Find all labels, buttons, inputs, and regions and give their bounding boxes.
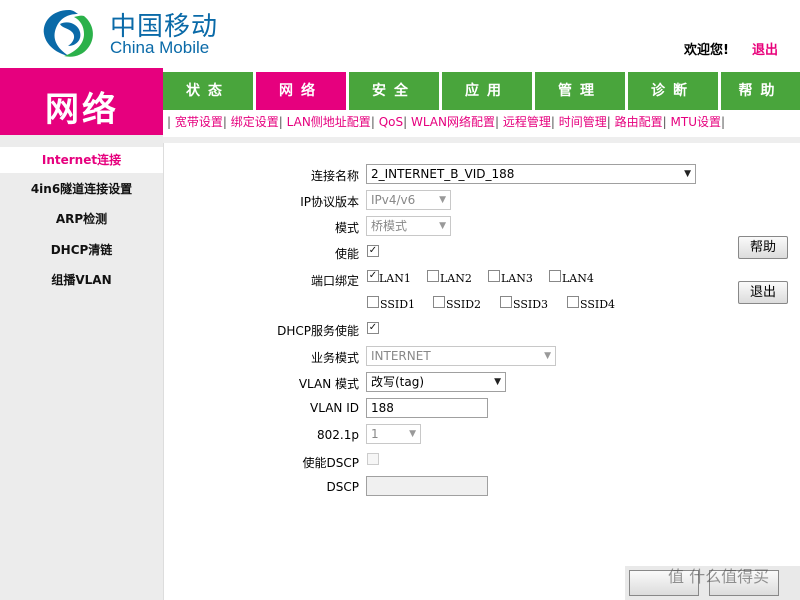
- tab-diagnosis[interactable]: 诊断: [628, 72, 718, 110]
- exit-button[interactable]: 退出: [738, 281, 788, 304]
- lan3-label: LAN3: [501, 272, 533, 285]
- sidebar-item-4in6[interactable]: 4in6隧道连接设置: [0, 176, 163, 202]
- lan4-label: LAN4: [562, 272, 594, 285]
- mode-value: 桥模式: [371, 219, 408, 233]
- enable-label: 使能: [334, 247, 359, 261]
- mode-label: 模式: [334, 221, 359, 235]
- chevron-down-icon: ▼: [439, 221, 446, 231]
- p8021-label: 802.1p: [317, 428, 359, 442]
- subnav-binding[interactable]: 绑定设置: [231, 115, 279, 129]
- lan2-label: LAN2: [440, 272, 472, 285]
- chevron-down-icon: ▼: [439, 195, 446, 205]
- lan1-label: LAN1: [379, 272, 411, 285]
- ssid4-checkbox[interactable]: [567, 296, 579, 308]
- conn-name-value: 2_INTERNET_B_VID_188: [371, 167, 515, 181]
- china-mobile-logo: 中国移动 China Mobile: [38, 4, 238, 64]
- ssid3-label: SSID3: [513, 298, 549, 311]
- ssid2-checkbox[interactable]: [433, 296, 445, 308]
- lan1-checkbox[interactable]: [367, 270, 379, 282]
- subnav-remote[interactable]: 远程管理: [503, 115, 551, 129]
- sub-nav: | 宽带设置| 绑定设置| LAN侧地址配置| QoS| WLAN网络配置| 远…: [163, 110, 800, 145]
- chevron-down-icon: ▼: [494, 377, 501, 387]
- ssid3-checkbox[interactable]: [500, 296, 512, 308]
- watermark-text: 值 什么值得买: [668, 567, 770, 586]
- ssid4-label: SSID4: [580, 298, 616, 311]
- sidebar-item-multicast-vlan[interactable]: 组播VLAN: [0, 267, 163, 293]
- sidebar: Internet连接 4in6隧道连接设置 ARP检测 DHCP清链 组播VLA…: [0, 135, 163, 600]
- top-nav: 状态 网络 安全 应用 管理 诊断 帮助: [163, 68, 800, 110]
- vlan-mode-select[interactable]: 改写(tag) ▼: [366, 372, 506, 392]
- dhcp-checkbox[interactable]: [367, 322, 379, 334]
- subnav-wlan[interactable]: WLAN网络配置: [411, 115, 495, 129]
- p8021-select[interactable]: 1 ▼: [366, 424, 421, 444]
- ssid2-label: SSID2: [446, 298, 482, 311]
- ip-version-label: IP协议版本: [300, 195, 359, 209]
- ip-version-value: IPv4/v6: [371, 193, 416, 207]
- service-mode-label: 业务模式: [310, 351, 359, 365]
- chevron-down-icon: ▼: [544, 351, 551, 361]
- ssid1-label: SSID1: [380, 298, 416, 311]
- vlan-id-value: 188: [371, 401, 394, 415]
- tab-management[interactable]: 管理: [535, 72, 625, 110]
- section-block: 网络: [0, 68, 163, 135]
- vlan-mode-value: 改写(tag): [371, 375, 425, 389]
- service-mode-select[interactable]: INTERNET ▼: [366, 346, 556, 366]
- sidebar-item-internet[interactable]: Internet连接: [0, 147, 163, 173]
- header: 中国移动 China Mobile 欢迎您! 退出: [0, 0, 800, 68]
- dhcp-label: DHCP服务使能: [277, 324, 359, 338]
- subnav-route[interactable]: 路由配置: [615, 115, 663, 129]
- tab-network[interactable]: 网络: [256, 72, 346, 110]
- chevron-down-icon: ▼: [409, 429, 416, 439]
- dscp-input[interactable]: [366, 476, 488, 496]
- china-mobile-logo-icon: [43, 10, 93, 57]
- content-panel: 连接名称 2_INTERNET_B_VID_188 ▼ IP协议版本 IPv4/…: [163, 143, 800, 600]
- logout-link[interactable]: 退出: [752, 39, 778, 58]
- chevron-down-icon: ▼: [684, 169, 691, 179]
- tab-status[interactable]: 状态: [163, 72, 253, 110]
- vlan-mode-label: VLAN 模式: [298, 377, 359, 391]
- subnav-broadband[interactable]: 宽带设置: [175, 115, 223, 129]
- dscp-enable-label: 使能DSCP: [302, 456, 359, 470]
- conn-name-label: 连接名称: [310, 169, 359, 183]
- vlan-id-label: VLAN ID: [310, 401, 359, 415]
- ip-version-select[interactable]: IPv4/v6 ▼: [366, 190, 451, 210]
- logo-en-text: China Mobile: [110, 38, 210, 57]
- lan2-checkbox[interactable]: [427, 270, 439, 282]
- sidebar-item-arp[interactable]: ARP检测: [0, 206, 163, 232]
- conn-name-select[interactable]: 2_INTERNET_B_VID_188 ▼: [366, 164, 696, 184]
- lan4-checkbox[interactable]: [549, 270, 561, 282]
- welcome-text: 欢迎您!: [684, 43, 729, 58]
- ssid1-checkbox[interactable]: [367, 296, 379, 308]
- tab-security[interactable]: 安全: [349, 72, 439, 110]
- subnav-time[interactable]: 时间管理: [559, 115, 607, 129]
- mode-select[interactable]: 桥模式 ▼: [366, 216, 451, 236]
- dscp-enable-checkbox[interactable]: [367, 453, 379, 465]
- help-button[interactable]: 帮助: [738, 236, 788, 259]
- service-mode-value: INTERNET: [371, 349, 431, 363]
- section-title: 网络: [45, 90, 119, 130]
- p8021-value: 1: [371, 427, 379, 441]
- subnav-mtu[interactable]: MTU设置: [671, 115, 721, 129]
- port-binding-label: 端口绑定: [310, 274, 359, 288]
- subnav-lan-address[interactable]: LAN侧地址配置: [287, 115, 371, 129]
- sidebar-item-dhcp[interactable]: DHCP清链: [0, 237, 163, 263]
- vlan-id-input[interactable]: 188: [366, 398, 488, 418]
- subnav-qos[interactable]: QoS: [379, 115, 403, 129]
- enable-checkbox[interactable]: [367, 245, 379, 257]
- dscp-label: DSCP: [326, 480, 359, 494]
- tab-application[interactable]: 应用: [442, 72, 532, 110]
- tab-help[interactable]: 帮助: [721, 72, 800, 110]
- lan3-checkbox[interactable]: [488, 270, 500, 282]
